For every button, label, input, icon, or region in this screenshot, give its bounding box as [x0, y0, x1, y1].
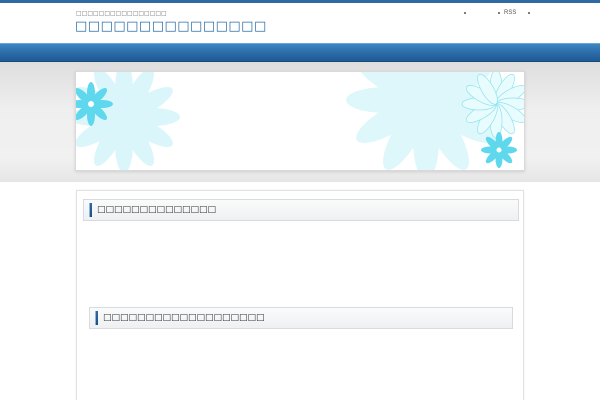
- site-tagline: □□□□□□□□□□□□□□□□: [76, 10, 167, 17]
- section-heading: □□□□□□□□□□□□□□□□□□□: [89, 307, 513, 329]
- main-navigation-bar[interactable]: [0, 43, 600, 62]
- section-heading: □□□□□□□□□□□□□□: [83, 199, 519, 221]
- header-banner-image: [75, 71, 525, 171]
- heading-accent: [89, 203, 92, 217]
- heading-accent: [95, 311, 98, 325]
- section-heading-text: □□□□□□□□□□□□□□□□□□□: [103, 313, 265, 323]
- site-title[interactable]: □□□□□□□□□□□□□□□: [75, 19, 267, 34]
- top-links: RSS: [464, 10, 531, 16]
- bullet-icon: [498, 12, 500, 14]
- section-heading-text: □□□□□□□□□□□□□□: [97, 205, 217, 215]
- site-header: □□□□□□□□□□□□□□□□ □□□□□□□□□□□□□□□ RSS: [0, 3, 600, 43]
- bullet-icon: [464, 12, 466, 14]
- main-content: □□□□□□□□□□□□□□ □□□□□□□□□□□□□□□□□□□: [76, 190, 524, 400]
- rss-link[interactable]: RSS: [504, 10, 516, 16]
- flower-pattern-icon: [76, 72, 524, 170]
- bullet-icon: [528, 12, 531, 14]
- flower-right-small: [481, 132, 517, 168]
